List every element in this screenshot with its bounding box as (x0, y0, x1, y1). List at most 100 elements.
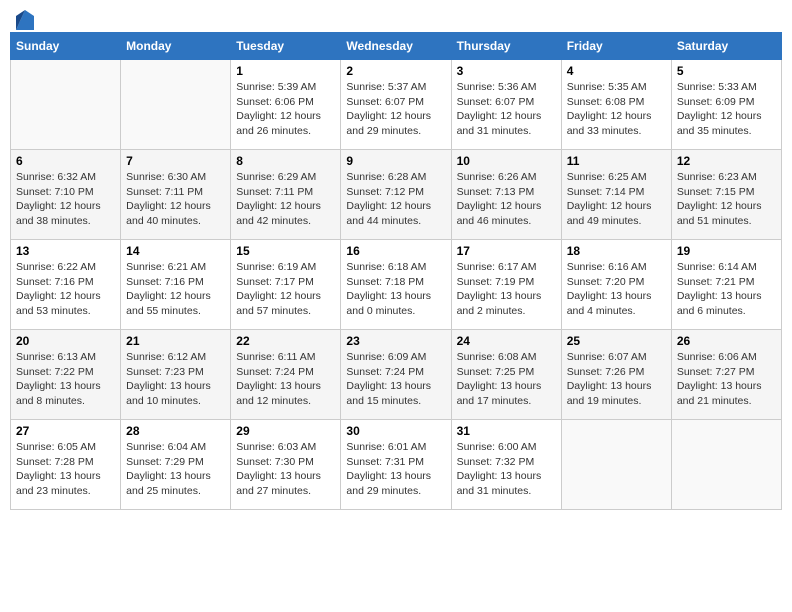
calendar-cell: 26 Sunrise: 6:06 AM Sunset: 7:27 PM Dayli… (671, 330, 781, 420)
day-info: Sunrise: 6:23 AM Sunset: 7:15 PM Dayligh… (677, 170, 776, 229)
day-number: 29 (236, 424, 335, 438)
day-number: 9 (346, 154, 445, 168)
calendar-cell: 1 Sunrise: 5:39 AM Sunset: 6:06 PM Daylig… (231, 60, 341, 150)
day-number: 14 (126, 244, 225, 258)
day-info: Sunrise: 6:22 AM Sunset: 7:16 PM Dayligh… (16, 260, 115, 319)
calendar-week-row: 13Sunrise: 6:22 AM Sunset: 7:16 PM Dayli… (11, 240, 782, 330)
calendar-cell: 17 Sunrise: 6:17 AM Sunset: 7:19 PM Dayli… (451, 240, 561, 330)
calendar-cell: 25 Sunrise: 6:07 AM Sunset: 7:26 PM Dayli… (561, 330, 671, 420)
day-number: 11 (567, 154, 666, 168)
day-number: 25 (567, 334, 666, 348)
day-info: Sunrise: 5:37 AM Sunset: 6:07 PM Dayligh… (346, 80, 445, 139)
calendar-cell: 2 Sunrise: 5:37 AM Sunset: 6:07 PM Daylig… (341, 60, 451, 150)
day-number: 22 (236, 334, 335, 348)
day-number: 21 (126, 334, 225, 348)
calendar-cell: 31 Sunrise: 6:00 AM Sunset: 7:32 PM Dayli… (451, 420, 561, 510)
day-number: 10 (457, 154, 556, 168)
day-info: Sunrise: 6:11 AM Sunset: 7:24 PM Dayligh… (236, 350, 335, 409)
calendar-cell: 24 Sunrise: 6:08 AM Sunset: 7:25 PM Dayli… (451, 330, 561, 420)
calendar-cell: 27Sunrise: 6:05 AM Sunset: 7:28 PM Dayli… (11, 420, 121, 510)
calendar-cell: 30Sunrise: 6:01 AM Sunset: 7:31 PM Dayli… (341, 420, 451, 510)
day-number: 20 (16, 334, 115, 348)
day-number: 31 (457, 424, 556, 438)
calendar-cell: 6 Sunrise: 6:32 AM Sunset: 7:10 PM Daylig… (11, 150, 121, 240)
day-number: 19 (677, 244, 776, 258)
calendar-cell: 7 Sunrise: 6:30 AM Sunset: 7:11 PM Daylig… (121, 150, 231, 240)
day-info: Sunrise: 6:32 AM Sunset: 7:10 PM Dayligh… (16, 170, 115, 229)
calendar-cell: 19Sunrise: 6:14 AM Sunset: 7:21 PM Dayli… (671, 240, 781, 330)
day-info: Sunrise: 6:05 AM Sunset: 7:28 PM Dayligh… (16, 440, 115, 499)
calendar-cell: 11 Sunrise: 6:25 AM Sunset: 7:14 PM Dayli… (561, 150, 671, 240)
calendar-cell: 16 Sunrise: 6:18 AM Sunset: 7:18 PM Dayli… (341, 240, 451, 330)
day-info: Sunrise: 6:09 AM Sunset: 7:24 PM Dayligh… (346, 350, 445, 409)
day-info: Sunrise: 6:08 AM Sunset: 7:25 PM Dayligh… (457, 350, 556, 409)
calendar-cell: 18 Sunrise: 6:16 AM Sunset: 7:20 PM Dayli… (561, 240, 671, 330)
calendar-cell: 14Sunrise: 6:21 AM Sunset: 7:16 PM Dayli… (121, 240, 231, 330)
calendar-cell: 9 Sunrise: 6:28 AM Sunset: 7:12 PM Daylig… (341, 150, 451, 240)
day-number: 7 (126, 154, 225, 168)
calendar-week-row: 6 Sunrise: 6:32 AM Sunset: 7:10 PM Daylig… (11, 150, 782, 240)
calendar-cell: 12 Sunrise: 6:23 AM Sunset: 7:15 PM Dayli… (671, 150, 781, 240)
day-info: Sunrise: 6:28 AM Sunset: 7:12 PM Dayligh… (346, 170, 445, 229)
day-number: 18 (567, 244, 666, 258)
calendar-week-row: 1 Sunrise: 5:39 AM Sunset: 6:06 PM Daylig… (11, 60, 782, 150)
day-header-thursday: Thursday (451, 33, 561, 60)
day-info: Sunrise: 5:36 AM Sunset: 6:07 PM Dayligh… (457, 80, 556, 139)
day-info: Sunrise: 6:17 AM Sunset: 7:19 PM Dayligh… (457, 260, 556, 319)
calendar-cell: 21Sunrise: 6:12 AM Sunset: 7:23 PM Dayli… (121, 330, 231, 420)
day-number: 1 (236, 64, 335, 78)
day-header-friday: Friday (561, 33, 671, 60)
calendar-cell: 13Sunrise: 6:22 AM Sunset: 7:16 PM Dayli… (11, 240, 121, 330)
day-number: 5 (677, 64, 776, 78)
logo (14, 10, 34, 26)
calendar-cell (11, 60, 121, 150)
day-header-saturday: Saturday (671, 33, 781, 60)
day-number: 17 (457, 244, 556, 258)
day-number: 4 (567, 64, 666, 78)
calendar-header-row: SundayMondayTuesdayWednesdayThursdayFrid… (11, 33, 782, 60)
calendar-cell: 5 Sunrise: 5:33 AM Sunset: 6:09 PM Daylig… (671, 60, 781, 150)
day-info: Sunrise: 6:07 AM Sunset: 7:26 PM Dayligh… (567, 350, 666, 409)
day-number: 23 (346, 334, 445, 348)
day-number: 30 (346, 424, 445, 438)
calendar-cell: 20Sunrise: 6:13 AM Sunset: 7:22 PM Dayli… (11, 330, 121, 420)
day-number: 24 (457, 334, 556, 348)
calendar-week-row: 27Sunrise: 6:05 AM Sunset: 7:28 PM Dayli… (11, 420, 782, 510)
day-info: Sunrise: 5:35 AM Sunset: 6:08 PM Dayligh… (567, 80, 666, 139)
day-number: 26 (677, 334, 776, 348)
day-number: 6 (16, 154, 115, 168)
calendar-cell (121, 60, 231, 150)
calendar-week-row: 20Sunrise: 6:13 AM Sunset: 7:22 PM Dayli… (11, 330, 782, 420)
day-info: Sunrise: 5:33 AM Sunset: 6:09 PM Dayligh… (677, 80, 776, 139)
calendar-cell: 29Sunrise: 6:03 AM Sunset: 7:30 PM Dayli… (231, 420, 341, 510)
calendar-cell: 28Sunrise: 6:04 AM Sunset: 7:29 PM Dayli… (121, 420, 231, 510)
day-info: Sunrise: 6:00 AM Sunset: 7:32 PM Dayligh… (457, 440, 556, 499)
calendar-table: SundayMondayTuesdayWednesdayThursdayFrid… (10, 32, 782, 510)
day-number: 12 (677, 154, 776, 168)
calendar-cell: 3 Sunrise: 5:36 AM Sunset: 6:07 PM Daylig… (451, 60, 561, 150)
calendar-cell (561, 420, 671, 510)
day-info: Sunrise: 6:18 AM Sunset: 7:18 PM Dayligh… (346, 260, 445, 319)
day-info: Sunrise: 6:16 AM Sunset: 7:20 PM Dayligh… (567, 260, 666, 319)
day-header-wednesday: Wednesday (341, 33, 451, 60)
day-info: Sunrise: 6:06 AM Sunset: 7:27 PM Dayligh… (677, 350, 776, 409)
day-header-sunday: Sunday (11, 33, 121, 60)
calendar-cell: 10 Sunrise: 6:26 AM Sunset: 7:13 PM Dayli… (451, 150, 561, 240)
day-info: Sunrise: 6:19 AM Sunset: 7:17 PM Dayligh… (236, 260, 335, 319)
logo-icon (16, 10, 34, 30)
day-info: Sunrise: 6:04 AM Sunset: 7:29 PM Dayligh… (126, 440, 225, 499)
day-number: 3 (457, 64, 556, 78)
day-info: Sunrise: 6:29 AM Sunset: 7:11 PM Dayligh… (236, 170, 335, 229)
day-info: Sunrise: 5:39 AM Sunset: 6:06 PM Dayligh… (236, 80, 335, 139)
calendar-cell: 15 Sunrise: 6:19 AM Sunset: 7:17 PM Dayli… (231, 240, 341, 330)
day-number: 15 (236, 244, 335, 258)
day-header-monday: Monday (121, 33, 231, 60)
calendar-cell: 4 Sunrise: 5:35 AM Sunset: 6:08 PM Daylig… (561, 60, 671, 150)
page-header (10, 10, 782, 26)
day-info: Sunrise: 6:26 AM Sunset: 7:13 PM Dayligh… (457, 170, 556, 229)
day-number: 16 (346, 244, 445, 258)
day-info: Sunrise: 6:30 AM Sunset: 7:11 PM Dayligh… (126, 170, 225, 229)
calendar-cell: 23 Sunrise: 6:09 AM Sunset: 7:24 PM Dayli… (341, 330, 451, 420)
day-info: Sunrise: 6:25 AM Sunset: 7:14 PM Dayligh… (567, 170, 666, 229)
day-number: 2 (346, 64, 445, 78)
